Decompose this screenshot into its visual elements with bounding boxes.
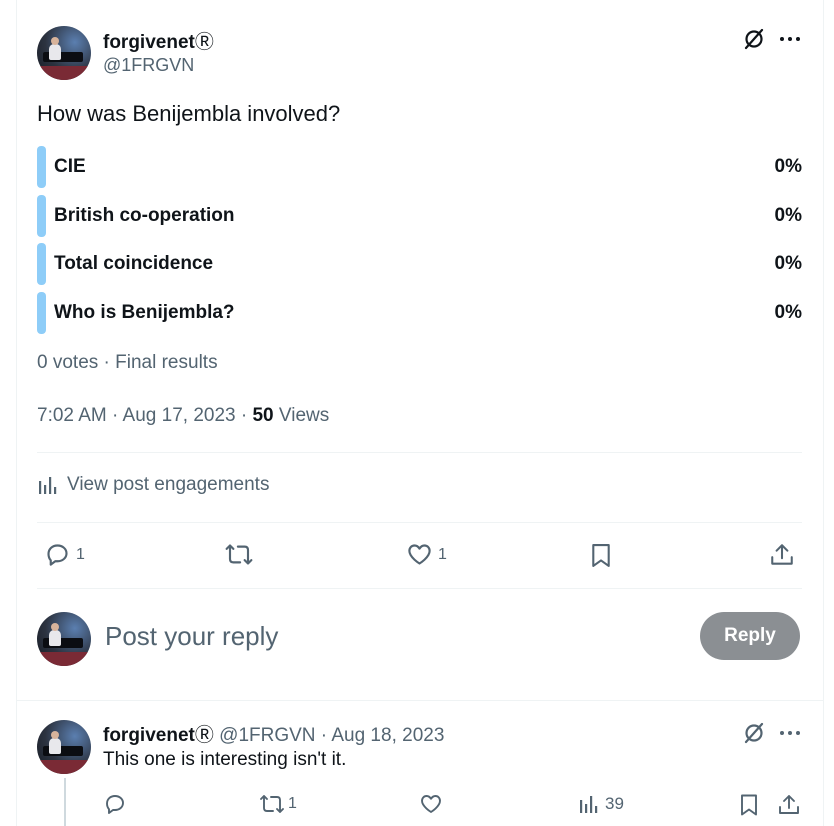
poll-option-percent: 0% <box>774 253 802 274</box>
analytics-icon <box>578 793 600 815</box>
reply-icon <box>44 541 71 568</box>
heart-icon <box>419 792 443 816</box>
post-timestamp: 7:02 AM · Aug 17, 2023 · 50 Views <box>37 405 329 427</box>
poll-option-percent: 0% <box>774 302 802 323</box>
bookmark-icon[interactable] <box>736 792 762 818</box>
author-handle[interactable]: @1FRGVN <box>103 55 194 76</box>
reply-handle-date[interactable]: @1FRGVN · Aug 18, 2023 <box>219 725 444 746</box>
share-icon[interactable] <box>775 792 803 818</box>
poll-option-label: Total coincidence <box>54 253 214 274</box>
poll-option-label: Who is Benijembla? <box>54 302 235 323</box>
reply-author-avatar[interactable] <box>37 720 91 774</box>
heart-icon <box>406 541 433 568</box>
divider <box>37 452 802 453</box>
poll-option-percent: 0% <box>774 205 802 226</box>
thread-line <box>64 778 66 826</box>
reply-action[interactable]: 1 <box>44 541 85 568</box>
registered-mark: Ⓡ <box>194 725 214 746</box>
poll-summary: 0 votes · Final results <box>37 352 218 373</box>
author-display-name[interactable]: forgivenet <box>103 32 195 53</box>
divider <box>16 700 824 701</box>
reply-text: This one is interesting isn't it. <box>103 749 347 770</box>
poll-option: Who is Benijembla? 0% <box>37 292 802 334</box>
repost-count: 1 <box>288 795 297 812</box>
poll-option-label: British co-operation <box>54 205 235 226</box>
reply-button[interactable]: Reply <box>700 612 800 660</box>
poll-option: Total coincidence 0% <box>37 243 802 285</box>
reply-input[interactable]: Post your reply <box>105 621 278 652</box>
views-count: 50 <box>252 405 274 426</box>
views-count: 39 <box>605 794 624 813</box>
more-options-icon[interactable] <box>775 719 805 747</box>
divider <box>37 522 802 523</box>
more-options-icon[interactable] <box>775 24 805 54</box>
author-avatar[interactable] <box>37 26 91 80</box>
reply-author-name[interactable]: forgivenet <box>103 725 195 746</box>
poll-option: CIE 0% <box>37 146 802 188</box>
reply-reply-action[interactable] <box>103 792 132 816</box>
reply-like-action[interactable] <box>419 792 448 816</box>
view-engagements-label: View post engagements <box>67 474 270 495</box>
repost-action[interactable] <box>224 541 259 568</box>
registered-mark: Ⓡ <box>194 32 214 53</box>
author-name[interactable]: forgivenetⓇ <box>103 27 214 54</box>
poll-bar <box>37 292 46 334</box>
reply-repost-action[interactable]: 1 <box>259 792 297 816</box>
grok-icon[interactable] <box>739 719 769 747</box>
poll-option: British co-operation 0% <box>37 195 802 237</box>
repost-icon <box>224 541 254 568</box>
reply-count: 1 <box>76 545 85 563</box>
bookmark-icon[interactable] <box>587 541 615 569</box>
post-text: How was Benijembla involved? <box>37 101 341 126</box>
divider <box>37 588 802 589</box>
poll-bar <box>37 195 46 237</box>
post-time[interactable]: 7:02 AM · Aug 17, 2023 · <box>37 405 252 426</box>
composer-avatar[interactable] <box>37 612 91 666</box>
poll-option-label: CIE <box>54 156 86 177</box>
like-action[interactable]: 1 <box>406 541 447 568</box>
repost-icon <box>259 792 285 816</box>
reply-views-action[interactable]: 39 <box>578 793 624 815</box>
analytics-icon <box>37 475 59 495</box>
grok-icon[interactable] <box>739 24 769 54</box>
poll-option-percent: 0% <box>774 156 802 177</box>
views-label: Views <box>273 405 330 426</box>
poll-bar <box>37 243 46 285</box>
view-engagements-link[interactable]: View post engagements <box>37 474 269 496</box>
poll-bar <box>37 146 46 188</box>
reply-header: forgivenetⓇ @1FRGVN · Aug 18, 2023 <box>103 720 444 747</box>
like-count: 1 <box>438 545 447 563</box>
reply-icon <box>103 792 127 816</box>
share-icon[interactable] <box>767 541 797 569</box>
